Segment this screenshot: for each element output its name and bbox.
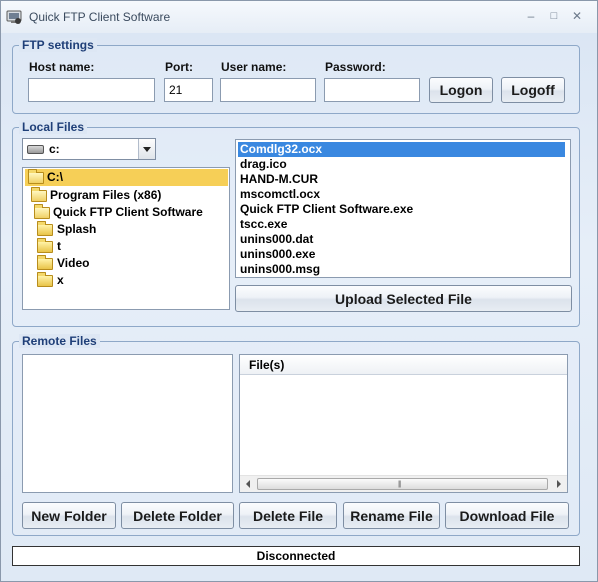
folder-icon — [37, 255, 53, 270]
tree-item-root[interactable]: C:\ — [25, 169, 228, 186]
local-files-label: Local Files — [19, 120, 88, 134]
scroll-left-icon[interactable] — [246, 480, 250, 488]
list-item[interactable]: Comdlg32.ocx — [238, 142, 565, 157]
drive-icon — [27, 145, 44, 154]
folder-icon — [37, 221, 53, 236]
window-title: Quick FTP Client Software — [29, 10, 171, 24]
password-label: Password: — [325, 60, 386, 74]
logoff-button[interactable]: Logoff — [501, 77, 565, 103]
title-bar[interactable]: Quick FTP Client Software – □ ✕ — [1, 1, 597, 33]
remote-file-list[interactable]: File(s) ||| — [239, 354, 568, 493]
list-item[interactable]: drag.ico — [238, 157, 565, 172]
chevron-down-icon[interactable] — [138, 139, 155, 159]
open-folder-icon — [28, 169, 44, 184]
drive-dropdown[interactable]: c: — [22, 138, 156, 160]
host-name-field[interactable] — [28, 78, 155, 102]
app-window: Quick FTP Client Software – □ ✕ FTP sett… — [0, 0, 598, 582]
port-field[interactable] — [164, 78, 213, 102]
open-folder-icon — [34, 204, 50, 219]
app-icon — [6, 10, 22, 24]
close-button[interactable]: ✕ — [566, 7, 588, 25]
download-file-button[interactable]: Download File — [445, 502, 569, 529]
user-name-label: User name: — [221, 60, 287, 74]
remote-files-label: Remote Files — [19, 334, 100, 348]
folder-icon — [37, 238, 53, 253]
list-item[interactable]: HAND-M.CUR — [238, 172, 565, 187]
list-item[interactable]: unins000.dat — [238, 232, 565, 247]
remote-folder-tree[interactable] — [22, 354, 233, 493]
folder-tree[interactable]: C:\ Program Files (x86) Quick FTP Client… — [22, 167, 230, 310]
list-item[interactable]: Quick FTP Client Software.exe — [238, 202, 565, 217]
user-name-field[interactable] — [220, 78, 316, 102]
grip-icon: ||| — [398, 481, 402, 488]
rename-file-button[interactable]: Rename File — [343, 502, 440, 529]
horizontal-scrollbar[interactable]: ||| — [240, 475, 567, 492]
ftp-settings-label: FTP settings — [19, 38, 97, 52]
local-file-list[interactable]: Comdlg32.ocx drag.ico HAND-M.CUR mscomct… — [235, 139, 571, 278]
maximize-button[interactable]: □ — [543, 7, 565, 25]
scroll-thumb[interactable]: ||| — [257, 478, 548, 490]
minimize-button[interactable]: – — [520, 7, 542, 25]
drive-value: c: — [49, 142, 60, 156]
list-item[interactable]: tscc.exe — [238, 217, 565, 232]
host-name-label: Host name: — [29, 60, 95, 74]
list-item[interactable]: unins000.msg — [238, 262, 565, 277]
delete-folder-button[interactable]: Delete Folder — [121, 502, 234, 529]
logon-button[interactable]: Logon — [429, 77, 493, 103]
delete-file-button[interactable]: Delete File — [239, 502, 337, 529]
column-header-files[interactable]: File(s) — [240, 355, 567, 375]
status-bar: Disconnected — [12, 546, 580, 566]
client-area: FTP settings Host name: Port: User name:… — [1, 33, 597, 581]
folder-icon — [37, 272, 53, 287]
scroll-right-icon[interactable] — [557, 480, 561, 488]
new-folder-button[interactable]: New Folder — [22, 502, 116, 529]
open-folder-icon — [31, 187, 47, 202]
list-item[interactable]: mscomctl.ocx — [238, 187, 565, 202]
password-field[interactable] — [324, 78, 420, 102]
list-item[interactable]: unins000.exe — [238, 247, 565, 262]
port-label: Port: — [165, 60, 193, 74]
upload-selected-file-button[interactable]: Upload Selected File — [235, 285, 572, 312]
